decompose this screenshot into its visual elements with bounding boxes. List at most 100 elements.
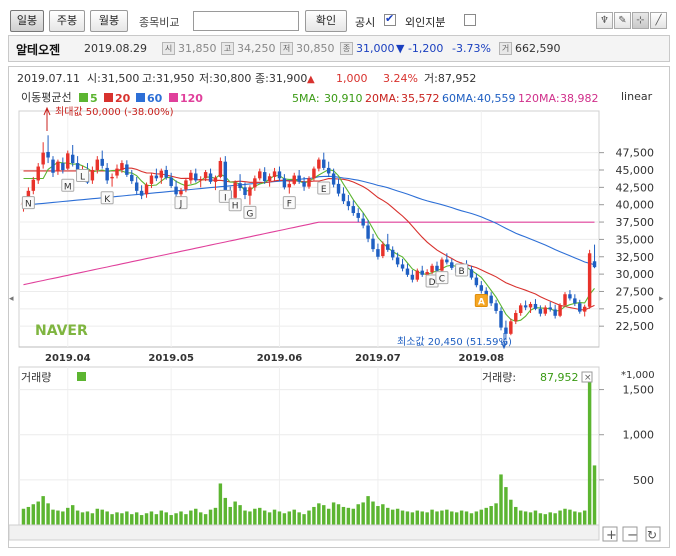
date-tick-label: 2019.08: [459, 353, 505, 364]
volume-bar: [287, 511, 292, 525]
tab-daily[interactable]: 일봉: [10, 10, 44, 32]
volume-bar: [105, 511, 109, 525]
volume-bar: [223, 497, 228, 525]
foreign-checkbox[interactable]: [464, 14, 476, 26]
price-tick-label: 32,500: [616, 251, 655, 264]
trendline-tool-icon[interactable]: ╱: [650, 12, 667, 29]
ma60-line: [23, 175, 595, 266]
candle-down: [208, 173, 213, 182]
volume-bar: [218, 483, 223, 525]
volume-bar: [262, 510, 267, 525]
eraser-tool-icon[interactable]: ✎: [614, 12, 631, 29]
candle-down: [164, 170, 168, 178]
scroll-track[interactable]: [8, 524, 600, 541]
volume-bar: [376, 506, 380, 525]
disclosure-checkbox[interactable]: [384, 12, 396, 26]
candle-down: [395, 257, 400, 265]
header-low: 저:30,800: [199, 72, 251, 85]
header-up-arrow: ▲: [307, 74, 315, 85]
ma120-swatch: [169, 93, 178, 102]
crosshair-tool-icon[interactable]: ⊹: [632, 12, 649, 29]
candle-up: [415, 270, 420, 280]
tab-weekly[interactable]: 주봉: [49, 10, 85, 32]
volume-bar: [282, 513, 287, 525]
pin-tool-icon[interactable]: ♆: [596, 12, 613, 29]
ma5-value: 30,910: [324, 92, 363, 105]
tab-monthly[interactable]: 월봉: [90, 10, 128, 32]
volume-bar: [356, 504, 360, 525]
ma20-swatch: [104, 93, 113, 102]
compare-label: 종목비교: [139, 16, 180, 29]
volume-bar: [184, 514, 188, 525]
candle-up: [587, 253, 592, 307]
candle-down: [194, 173, 198, 181]
price-tick-label: 25,000: [616, 303, 655, 316]
volume-bar: [538, 513, 543, 525]
volume-bar: [110, 514, 114, 525]
volume-bar: [307, 510, 311, 525]
volume-bar: [450, 511, 454, 525]
volume-bar: [85, 511, 90, 525]
candle-up: [213, 177, 218, 182]
price-tick-label: 35,000: [616, 233, 655, 246]
stock-chart[interactable]: 2019.07.11 시:31,500 고:31,950 저:30,800 종:…: [8, 67, 669, 547]
candle-down: [504, 327, 508, 334]
candle-up: [110, 176, 114, 179]
volume-bar: [213, 507, 218, 525]
disclosure-marker-label: G: [246, 209, 253, 219]
candle-down: [130, 174, 134, 182]
scroll-left-icon[interactable]: ◂: [9, 294, 14, 304]
disclosure-marker-label: H: [232, 202, 239, 212]
header-high: 고:31,950: [142, 72, 194, 85]
compare-input[interactable]: [193, 11, 299, 31]
candle-down: [154, 175, 159, 179]
candle-down: [479, 285, 484, 291]
volume-tick-label: 500: [633, 474, 654, 487]
plus-icon: +: [606, 528, 617, 543]
volume-bar: [523, 511, 528, 525]
disclosure-marker-label: L: [80, 173, 85, 183]
disclosure-marker-label: B: [459, 267, 465, 277]
volume-bar: [139, 515, 144, 525]
candle-up: [198, 179, 203, 181]
candle-down: [336, 183, 341, 194]
volume-bar: [400, 510, 405, 525]
candle-up: [287, 183, 292, 188]
volume-bar: [253, 508, 257, 525]
candle-up: [184, 180, 188, 190]
header-change: 1,000: [336, 72, 368, 85]
candle-up: [149, 175, 154, 184]
candle-up: [430, 265, 434, 273]
volume-bar: [120, 513, 124, 525]
volume-panel-label: 거래량: [21, 371, 51, 384]
candle-down: [469, 269, 474, 278]
volume-bar: [366, 496, 370, 525]
candle-up: [272, 171, 277, 177]
scroll-right-icon[interactable]: ▸: [659, 294, 664, 304]
candle-down: [366, 225, 370, 239]
volume-bar: [228, 506, 232, 525]
price-tick-label: 45,000: [616, 164, 655, 177]
disclosure-marker-label: A: [478, 297, 485, 307]
scale-type-label[interactable]: linear: [621, 90, 653, 103]
disclosure-marker-label: F: [287, 200, 292, 210]
candle-down: [568, 294, 572, 299]
volume-bar: [568, 509, 572, 525]
ma120-value: 38,982: [560, 92, 599, 105]
foreign-label: 외인지분: [405, 16, 446, 29]
candle-up: [582, 306, 587, 312]
low-price: 30,850: [296, 42, 335, 55]
volume-bar: [149, 511, 154, 525]
volume-bar: [371, 501, 375, 525]
confirm-button[interactable]: 확인: [305, 10, 347, 32]
price-plot-area: [18, 110, 600, 348]
candle-up: [159, 170, 164, 178]
candle-down: [523, 305, 528, 308]
candle-up: [233, 182, 237, 198]
ma-legend-title: 이동평균선: [21, 91, 72, 104]
candle-down: [297, 175, 301, 182]
volume-bar: [189, 510, 193, 525]
volume-bar: [479, 509, 484, 525]
price-tick-label: 47,500: [616, 147, 655, 160]
volume-bar: [361, 502, 365, 525]
